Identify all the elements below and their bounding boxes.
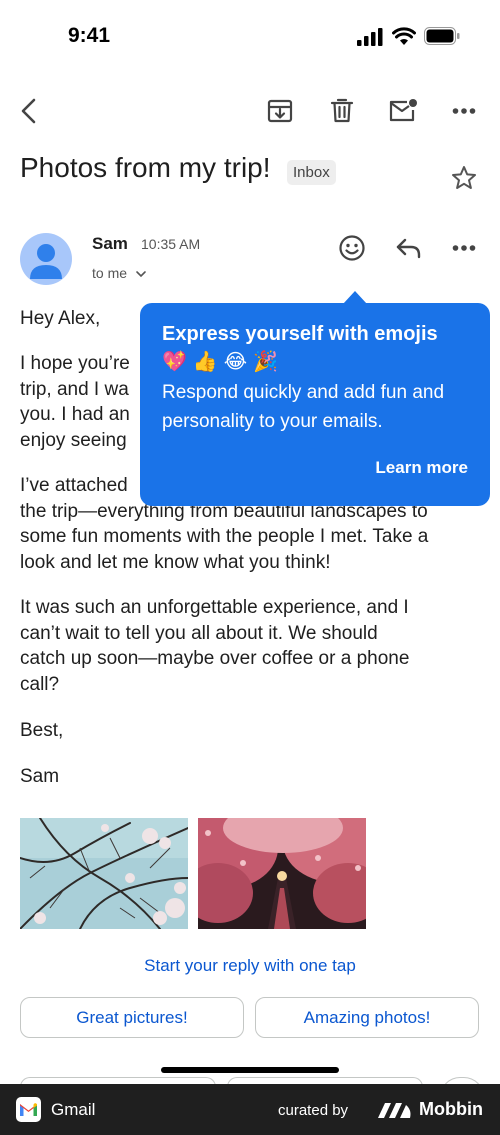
tooltip-title: Express yourself with emojis [162, 323, 438, 345]
star-button[interactable] [450, 164, 478, 192]
tooltip-description: Respond quickly and add fun and personal… [162, 382, 445, 432]
learn-more-link[interactable]: Learn more [375, 458, 468, 478]
star-icon [452, 166, 476, 189]
sender-avatar[interactable] [20, 233, 72, 285]
mobbin-logo-icon [378, 1103, 411, 1118]
chevron-down-icon [136, 271, 146, 278]
footer-app-name: Gmail [51, 1100, 96, 1119]
photo-attachment-2[interactable] [198, 818, 366, 929]
body-signature: Sam [20, 766, 60, 787]
back-button[interactable] [12, 94, 46, 128]
gmail-logo-icon [16, 1097, 41, 1122]
cherry-blossom-canal-image [198, 818, 366, 929]
archive-icon [267, 99, 293, 123]
label-chip[interactable]: Inbox [287, 160, 336, 185]
more-options-button[interactable] [447, 94, 481, 128]
tooltip-arrow [343, 291, 367, 304]
home-indicator [161, 1067, 339, 1073]
message-more-button[interactable] [448, 232, 480, 264]
body-line: call? [20, 673, 60, 695]
body-line: catch up soon—maybe over coffee or a pho… [20, 648, 410, 669]
wifi-icon [392, 27, 416, 45]
recipient-toggle[interactable]: to me [92, 265, 147, 281]
email-subject: Photos from my trip! [20, 152, 271, 183]
emoji-tooltip: Express yourself with emojis 💖👍😂🎉 Respon… [140, 291, 490, 506]
mail-unread-icon [389, 99, 417, 122]
photo-attachment-1[interactable] [20, 818, 188, 929]
more-horizontal-icon [452, 245, 476, 251]
sender-name[interactable]: Sam [92, 234, 128, 254]
footer-curated-label: curated by [278, 1102, 349, 1119]
recipient-label: to me [92, 265, 128, 281]
body-signoff: Best, [20, 720, 64, 741]
smiley-icon [339, 235, 365, 261]
body-line: can’t wait to tell you all about it. We … [20, 622, 378, 644]
signal-icon [357, 28, 383, 46]
body-line: some fun moments with the people I met. … [20, 526, 429, 547]
body-line: look and let me know what you think! [20, 551, 331, 573]
trash-icon [330, 98, 354, 123]
status-bar: 9:41 [0, 0, 500, 70]
cherry-blossom-sky-image [20, 818, 188, 929]
email-timestamp: 10:35 AM [141, 236, 201, 252]
reply-icon [396, 238, 421, 259]
body-paragraph-3: It was such an unforgettable experience,… [20, 595, 482, 697]
smart-reply-chip-2[interactable]: Amazing photos! [255, 997, 479, 1038]
smart-reply-chip-1[interactable]: Great pictures! [20, 997, 244, 1038]
smart-reply-hint: Start your reply with one tap [144, 956, 356, 975]
body-line: It was such an unforgettable experience,… [20, 597, 409, 618]
emoji-react-button[interactable] [336, 232, 368, 264]
more-horizontal-icon [452, 108, 476, 114]
back-arrow-icon [21, 98, 36, 124]
tooltip-emojis: 💖👍😂🎉 [162, 351, 285, 373]
delete-button[interactable] [325, 94, 359, 128]
battery-icon [424, 27, 460, 45]
mark-unread-button[interactable] [386, 94, 420, 128]
status-time: 9:41 [68, 24, 111, 47]
archive-button[interactable] [263, 94, 297, 128]
reply-button[interactable] [392, 232, 424, 264]
footer-brand: Mobbin [419, 1099, 483, 1119]
email-toolbar [0, 88, 500, 134]
person-icon [30, 244, 62, 279]
attribution-footer: Gmail curated by Mobbin [0, 1084, 500, 1135]
